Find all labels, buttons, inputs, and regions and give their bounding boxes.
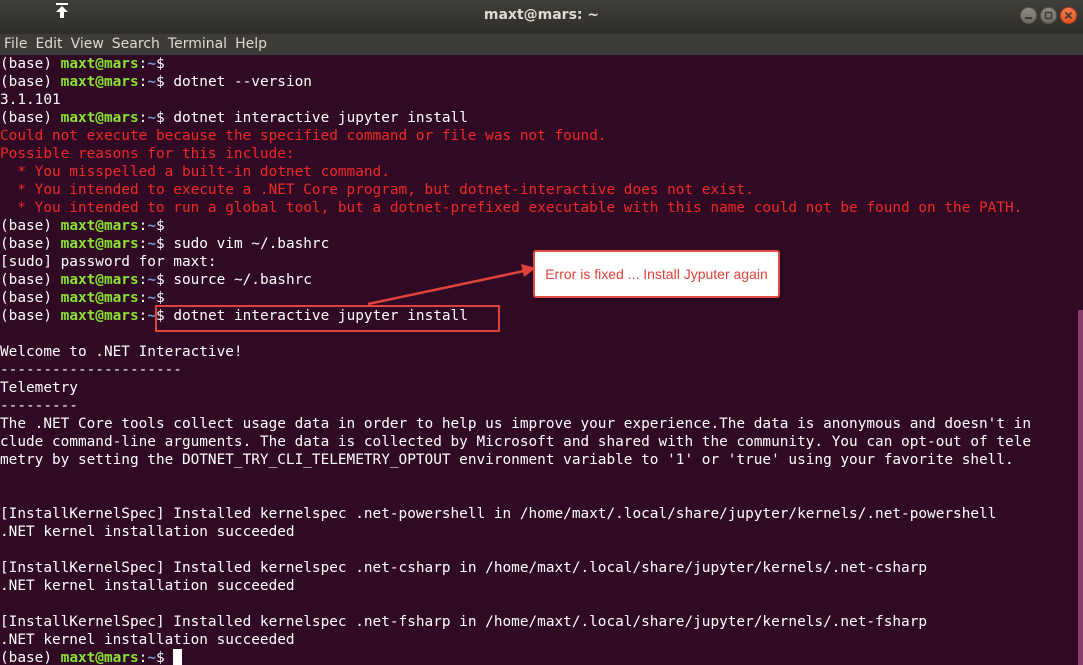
output-line: .NET kernel installation succeeded xyxy=(0,632,295,648)
prompt-user: maxt@mars xyxy=(60,272,139,288)
output-line: Welcome to .NET Interactive! xyxy=(0,344,243,360)
prompt-line: (base) maxt@mars:~$ dotnet --version xyxy=(0,73,1078,91)
output-line: .NET kernel installation succeeded xyxy=(0,578,295,594)
close-button[interactable] xyxy=(1060,7,1077,24)
prompt-separator: : xyxy=(138,272,148,288)
prompt-user: maxt@mars xyxy=(60,74,139,90)
output-line: metry by setting the DOTNET_TRY_CLI_TELE… xyxy=(0,452,1014,468)
prompt-env: (base) xyxy=(0,56,61,72)
prompt-path: ~ xyxy=(147,110,156,126)
menu-edit[interactable]: Edit xyxy=(31,34,66,55)
prompt-path: ~ xyxy=(147,56,156,72)
prompt-path: ~ xyxy=(147,650,156,665)
terminal-scrollbar[interactable] xyxy=(1078,310,1083,665)
menu-help[interactable]: Help xyxy=(231,34,271,55)
prompt-user: maxt@mars xyxy=(60,56,139,72)
command-highlight-box xyxy=(155,305,500,332)
prompt-env: (base) xyxy=(0,110,61,126)
prompt-env: (base) xyxy=(0,290,61,306)
text-cursor xyxy=(173,649,183,665)
prompt-path: ~ xyxy=(147,272,156,288)
menu-search[interactable]: Search xyxy=(108,34,164,55)
output-line: clude command-line arguments. The data i… xyxy=(0,434,1032,450)
output-line: 3.1.101 xyxy=(0,92,61,108)
prompt-user: maxt@mars xyxy=(60,650,139,665)
command-text: source ~/.bashrc xyxy=(173,272,312,288)
error-line: * You intended to execute a .NET Core pr… xyxy=(0,182,754,198)
error-line: Could not execute because the specified … xyxy=(0,128,607,144)
command-text: dotnet --version xyxy=(173,74,312,90)
prompt-user: maxt@mars xyxy=(60,218,139,234)
title-bar[interactable]: maxt@mars: ~ xyxy=(0,0,1083,34)
menu-terminal[interactable]: Terminal xyxy=(164,34,231,55)
prompt-env: (base) xyxy=(0,218,61,234)
prompt-symbol: $ xyxy=(155,236,174,252)
command-text: dotnet interactive jupyter install xyxy=(173,110,468,126)
prompt-separator: : xyxy=(138,308,148,324)
prompt-symbol: $ xyxy=(155,74,174,90)
prompt-env: (base) xyxy=(0,272,61,288)
minimize-icon xyxy=(1025,17,1032,19)
prompt-symbol: $ xyxy=(155,650,174,665)
prompt-path: ~ xyxy=(147,290,156,306)
prompt-user: maxt@mars xyxy=(60,290,139,306)
annotation-callout: Error is fixed ... Install Jyputer again xyxy=(533,250,780,298)
close-icon xyxy=(1064,11,1073,20)
prompt-line: (base) maxt@mars:~$ dotnet interactive j… xyxy=(0,109,1078,127)
prompt-separator: : xyxy=(138,218,148,234)
error-line: * You intended to run a global tool, but… xyxy=(0,200,1023,216)
error-line: Possible reasons for this include: xyxy=(0,146,295,162)
prompt-user: maxt@mars xyxy=(60,110,139,126)
error-line: * You misspelled a built-in dotnet comma… xyxy=(0,164,390,180)
menu-file[interactable]: File xyxy=(0,34,31,55)
prompt-separator: : xyxy=(138,650,148,665)
prompt-symbol: $ xyxy=(155,56,174,72)
prompt-path: ~ xyxy=(147,236,156,252)
maximize-icon xyxy=(1044,11,1053,20)
prompt-line: (base) maxt@mars:~$ xyxy=(0,217,1078,235)
window-title: maxt@mars: ~ xyxy=(483,7,600,23)
prompt-separator: : xyxy=(138,236,148,252)
window-controls xyxy=(1020,7,1077,24)
prompt-path: ~ xyxy=(147,218,156,234)
prompt-separator: : xyxy=(138,290,148,306)
output-line: [InstallKernelSpec] Installed kernelspec… xyxy=(0,506,997,522)
menu-view[interactable]: View xyxy=(67,34,108,55)
menu-bar: File Edit View Search Terminal Help xyxy=(0,34,1083,55)
prompt-env: (base) xyxy=(0,308,61,324)
prompt-user: maxt@mars xyxy=(60,308,139,324)
prompt-symbol: $ xyxy=(155,218,174,234)
prompt-user: maxt@mars xyxy=(60,236,139,252)
prompt-separator: : xyxy=(138,74,148,90)
prompt-symbol: $ xyxy=(155,290,174,306)
terminal-output[interactable]: (base) maxt@mars:~$ (base) maxt@mars:~$ … xyxy=(0,55,1078,665)
prompt-line: (base) maxt@mars:~$ xyxy=(0,55,1078,73)
minimize-button[interactable] xyxy=(1020,7,1037,24)
annotation-text: Error is fixed ... Install Jyputer again xyxy=(545,266,768,282)
output-line: --------------------- xyxy=(0,362,182,378)
prompt-symbol: $ xyxy=(155,110,174,126)
output-line: .NET kernel installation succeeded xyxy=(0,524,295,540)
command-text: sudo vim ~/.bashrc xyxy=(173,236,330,252)
prompt-env: (base) xyxy=(0,236,61,252)
prompt-separator: : xyxy=(138,56,148,72)
output-line: The .NET Core tools collect usage data i… xyxy=(0,416,1032,432)
prompt-line: (base) maxt@mars:~$ xyxy=(0,649,1078,665)
prompt-env: (base) xyxy=(0,74,61,90)
prompt-path: ~ xyxy=(147,74,156,90)
maximize-button[interactable] xyxy=(1040,7,1057,24)
output-line: Telemetry xyxy=(0,380,78,396)
output-line: [InstallKernelSpec] Installed kernelspec… xyxy=(0,560,928,576)
prompt-symbol: $ xyxy=(155,272,174,288)
output-line: [InstallKernelSpec] Installed kernelspec… xyxy=(0,614,928,630)
output-line: --------- xyxy=(0,398,78,414)
prompt-env: (base) xyxy=(0,650,61,665)
prompt-separator: : xyxy=(138,110,148,126)
